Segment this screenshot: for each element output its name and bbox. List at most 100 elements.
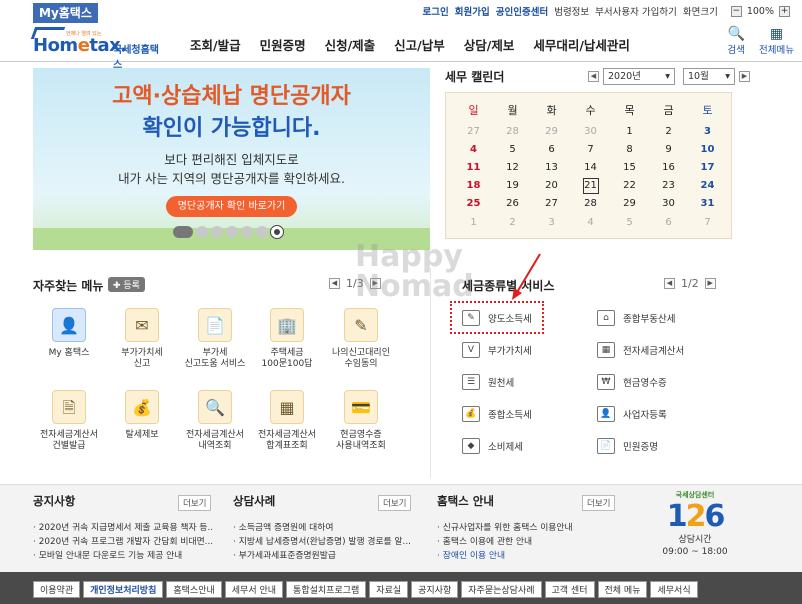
fav-cash-receipt[interactable]: 💳 현금영수증 사용내역조회 [326, 390, 396, 452]
banner-dot[interactable] [241, 226, 253, 238]
signup-link[interactable]: 회원가입 [455, 4, 490, 18]
fav-einvoice-search[interactable]: 🔍 전자세금계산서 내역조회 [180, 390, 250, 452]
calendar-date[interactable]: 28 [571, 195, 610, 213]
calendar-date[interactable]: 14 [571, 158, 610, 176]
calendar-date[interactable]: 24 [688, 177, 727, 195]
calendar-date[interactable]: 16 [649, 158, 688, 176]
calendar-date[interactable]: 6 [649, 213, 688, 231]
calendar-date[interactable]: 9 [649, 140, 688, 158]
calendar-date[interactable]: 27 [454, 122, 493, 140]
calendar-date[interactable]: 3 [688, 122, 727, 140]
calendar-date[interactable]: 17 [688, 158, 727, 176]
year-select[interactable]: 2020년 ▾ [603, 68, 675, 85]
privacy-link[interactable]: 개인정보처리방침 [83, 581, 164, 598]
archive-link[interactable]: 자료실 [369, 581, 409, 598]
next-month-icon[interactable]: ▶ [739, 71, 750, 82]
svc-e-invoice[interactable]: ▦ 전자세금계산서 [597, 342, 684, 358]
calendar-date[interactable]: 6 [532, 140, 571, 158]
terms-link[interactable]: 이용약관 [33, 581, 81, 598]
calendar-date[interactable]: 23 [649, 177, 688, 195]
guide-more-button[interactable]: 더보기 [582, 495, 616, 511]
calendar-date[interactable]: 12 [493, 158, 532, 176]
banner-pause-button[interactable] [271, 226, 283, 238]
dept-user-join-link[interactable]: 부서사용자 가입하기 [595, 4, 677, 18]
calendar-date[interactable]: 27 [532, 195, 571, 213]
prev-page-icon[interactable]: ◀ [329, 278, 340, 289]
law-info-link[interactable]: 범령정보 [554, 4, 589, 18]
zoom-out-icon[interactable]: − [730, 5, 742, 17]
calendar-date[interactable]: 1 [610, 122, 649, 140]
calendar-date[interactable]: 10 [688, 140, 727, 158]
nav-report-pay[interactable]: 신고/납부 [394, 35, 445, 54]
nav-civil-cert[interactable]: 민원증명 [260, 35, 306, 54]
svc-property-tax[interactable]: ⌂ 종합부동산세 [597, 310, 675, 326]
calendar-date[interactable]: 7 [688, 213, 727, 231]
list-item[interactable]: 신규사업자를 위한 홈택스 이용안내 [437, 521, 617, 535]
fav-einvoice-issue[interactable]: 🗎 전자세금계산서 건별발급 [34, 390, 104, 452]
svc-withholding[interactable]: ☰ 원천세 [462, 374, 514, 390]
nav-tax-agent[interactable]: 세무대리/납세관리 [533, 35, 630, 54]
list-item[interactable]: 2020년 귀속 프로그램 개발자 간담회 비대면... [33, 535, 213, 549]
fav-vat-help[interactable]: 📄 부가세 신고도움 서비스 [180, 308, 250, 370]
svc-certificate[interactable]: 📄 민원증명 [597, 438, 658, 454]
svc-income-tax[interactable]: 💰 종합소득세 [462, 406, 532, 422]
fav-einvoice-sum[interactable]: ▦ 전자세금계산서 합계표조회 [252, 390, 322, 452]
login-link[interactable]: 로그인 [423, 4, 449, 18]
svc-consumption-tax[interactable]: ◆ 소비제세 [462, 438, 523, 454]
cases-more-button[interactable]: 더보기 [378, 495, 412, 511]
notice-more-button[interactable]: 더보기 [178, 495, 212, 511]
consult-center[interactable]: 국세상담센터 126 상담시간 09:00 ~ 18:00 [655, 490, 735, 570]
nav-consult-report[interactable]: 상담/제보 [464, 35, 515, 54]
nav-inquiry-issue[interactable]: 조회/발급 [190, 35, 241, 54]
calendar-date[interactable]: 22 [610, 177, 649, 195]
zoom-in-icon[interactable]: + [779, 5, 790, 17]
list-item[interactable]: 홈택스 이용에 관한 안내 [437, 535, 617, 549]
tax-office-link[interactable]: 세무서 안내 [224, 581, 284, 598]
calendar-date[interactable]: 19 [493, 177, 532, 195]
calendar-date[interactable]: 31 [688, 195, 727, 213]
prev-month-icon[interactable]: ◀ [588, 71, 599, 82]
calendar-date[interactable]: 11 [454, 158, 493, 176]
svc-cash-receipt[interactable]: ₩ 현금영수증 [597, 374, 667, 390]
calendar-date[interactable]: 25 [454, 195, 493, 213]
calendar-date[interactable]: 2 [649, 122, 688, 140]
banner-dot[interactable] [256, 226, 268, 238]
fav-tax-evasion-report[interactable]: 💰 탈세제보 [107, 390, 177, 441]
main-banner[interactable]: 고액·상습체납 명단공개자 확인이 가능합니다. 보다 편리해진 입체지도로 내… [33, 68, 430, 250]
full-menu-link[interactable]: 전체 메뉴 [597, 581, 648, 598]
cert-center-link[interactable]: 공인인증센터 [496, 4, 548, 18]
list-item[interactable]: 소득금액 증명원에 대하여 [233, 521, 413, 535]
calendar-date[interactable]: 18 [454, 177, 493, 195]
calendar-date[interactable]: 7 [571, 140, 610, 158]
all-menu-button[interactable]: ▦ 전체메뉴 [759, 26, 794, 56]
tax-forms-link[interactable]: 세무서식 [650, 581, 698, 598]
calendar-date[interactable]: 26 [493, 195, 532, 213]
svc-business-reg[interactable]: 👤 사업자등록 [597, 406, 667, 422]
fav-housing-tax[interactable]: 🏢 주택세금 100문100답 [252, 308, 322, 370]
install-program-link[interactable]: 통합설치프로그램 [286, 581, 367, 598]
banner-dot[interactable] [211, 226, 223, 238]
next-page-icon[interactable]: ▶ [704, 278, 716, 289]
my-hometax-tab[interactable]: My홈택스 [33, 3, 98, 23]
register-button[interactable]: ✚ 등록 [108, 277, 145, 292]
faq-link[interactable]: 자주묻는상담사례 [461, 581, 542, 598]
calendar-date[interactable]: 30 [571, 122, 610, 140]
month-select[interactable]: 10월 ▾ [683, 68, 735, 85]
calendar-date[interactable]: 28 [493, 122, 532, 140]
hometax-logo[interactable]: 언제나 열려 있는 Hometax. 국세청홈택스 [30, 27, 168, 71]
nav-apply-submit[interactable]: 신청/제출 [325, 35, 376, 54]
calendar-date[interactable]: 8 [610, 140, 649, 158]
calendar-date[interactable]: 13 [532, 158, 571, 176]
banner-cta-button[interactable]: 명단공개자 확인 바로가기 [166, 196, 297, 217]
notice-link[interactable]: 공지사항 [411, 581, 459, 598]
prev-page-icon[interactable]: ◀ [664, 278, 675, 289]
calendar-date[interactable]: 4 [571, 213, 610, 231]
fav-vat-report[interactable]: ✉ 부가가치세 신고 [107, 308, 177, 370]
list-item[interactable]: 모바일 안내문 다운로드 기능 제공 안내 [33, 549, 213, 563]
banner-dot[interactable] [173, 226, 193, 238]
fav-my-hometax[interactable]: 👤 My 홈택스 [34, 308, 104, 359]
search-button[interactable]: 🔍 검색 [728, 26, 745, 56]
calendar-date[interactable]: 29 [610, 195, 649, 213]
calendar-date[interactable]: 1 [454, 213, 493, 231]
customer-center-link[interactable]: 고객 센터 [544, 581, 595, 598]
